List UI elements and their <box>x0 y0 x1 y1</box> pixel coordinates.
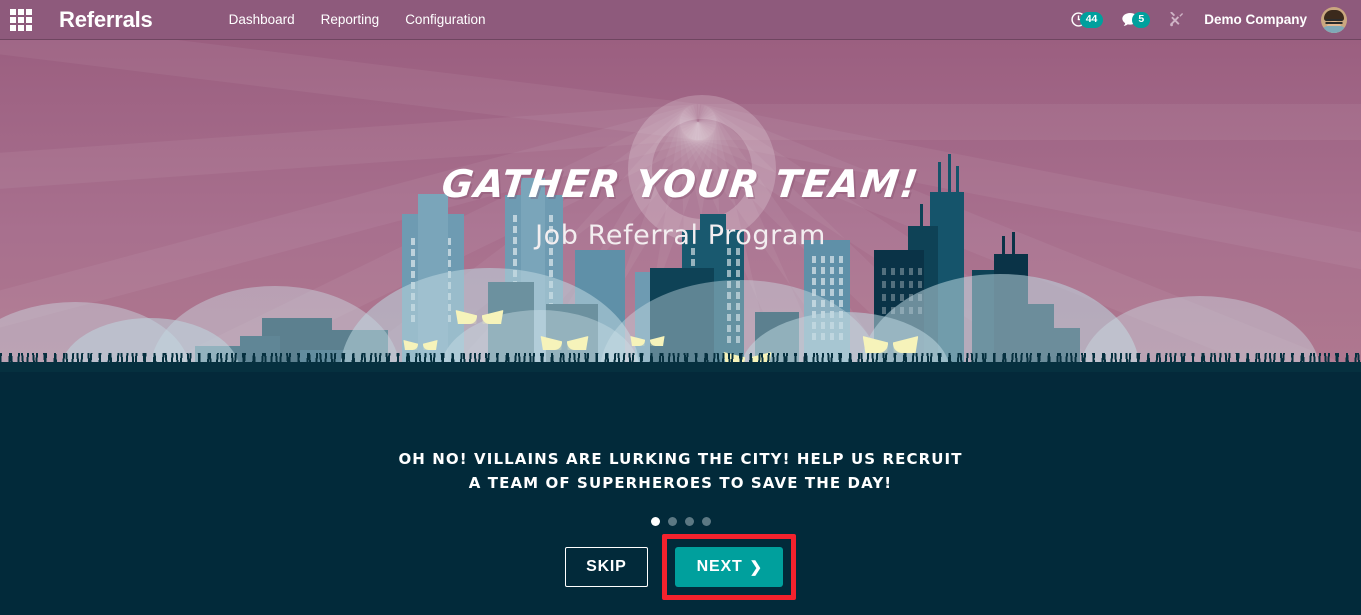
top-navbar: Referrals Dashboard Reporting Configurat… <box>0 0 1361 40</box>
onboarding-panel: OH NO! VILLAINS ARE LURKING THE CITY! HE… <box>0 390 1361 615</box>
main-menu: Dashboard Reporting Configuration <box>216 0 499 40</box>
menu-item-configuration[interactable]: Configuration <box>392 0 498 40</box>
chevron-right-icon: ❯ <box>749 558 763 576</box>
skip-button[interactable]: SKIP <box>565 547 648 587</box>
user-avatar[interactable] <box>1321 6 1347 33</box>
menu-item-dashboard[interactable]: Dashboard <box>216 0 308 40</box>
menu-item-reporting[interactable]: Reporting <box>308 0 393 40</box>
onboarding-message-line-2: A TEAM OF SUPERHEROES TO SAVE THE DAY! <box>468 474 893 492</box>
villain-eyes <box>455 310 504 324</box>
ground-strip <box>0 372 1361 390</box>
messages-count-badge: 5 <box>1132 11 1151 28</box>
step-dot-1[interactable] <box>650 517 660 526</box>
onboarding-message: OH NO! VILLAINS ARE LURKING THE CITY! HE… <box>0 390 1361 495</box>
systray: 44 5 Demo Company <box>1061 0 1361 40</box>
hero-illustration: GATHER YOUR TEAM! Job Referral Program <box>0 40 1361 390</box>
avatar-glasses <box>1325 18 1343 24</box>
step-dot-3[interactable] <box>684 517 694 526</box>
onboarding-actions: SKIP NEXT ❯ <box>0 534 1361 600</box>
villain-eyes <box>630 336 665 346</box>
step-dot-4[interactable] <box>701 517 711 526</box>
messages-menu-button[interactable]: 5 <box>1112 0 1159 40</box>
avatar-shirt <box>1322 25 1346 33</box>
wrench-screwdriver-icon <box>1170 11 1184 27</box>
villain-eyes <box>403 340 438 350</box>
apps-menu-button[interactable] <box>0 0 42 40</box>
debug-tools-button[interactable] <box>1159 0 1194 40</box>
onboarding-message-line-1: OH NO! VILLAINS ARE LURKING THE CITY! HE… <box>398 450 963 468</box>
activities-count-badge: 44 <box>1079 11 1104 28</box>
apps-grid-icon <box>10 8 32 31</box>
activities-menu-button[interactable]: 44 <box>1061 0 1113 40</box>
step-dot-2[interactable] <box>667 517 677 526</box>
company-switcher[interactable]: Demo Company <box>1194 12 1317 27</box>
step-indicator <box>0 517 1361 526</box>
villain-eyes <box>540 336 589 350</box>
villain-eyes <box>862 336 919 353</box>
app-brand-title[interactable]: Referrals <box>59 7 153 33</box>
next-button[interactable]: NEXT ❯ <box>674 547 783 587</box>
next-button-highlight: NEXT ❯ <box>661 534 796 600</box>
next-button-label: NEXT <box>696 558 743 575</box>
